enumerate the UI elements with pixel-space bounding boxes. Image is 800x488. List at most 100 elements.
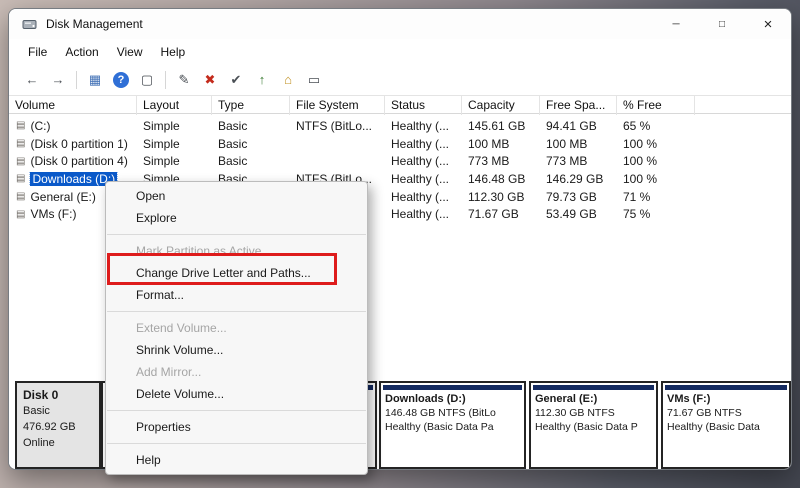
context-menu: Open Explore Mark Partition as Active Ch… xyxy=(105,181,368,475)
cell-capacity: 773 MB xyxy=(462,154,540,168)
menu-action[interactable]: Action xyxy=(56,42,107,62)
cell-type: Basic xyxy=(212,137,290,151)
cell-pctfree: 100 % xyxy=(617,154,695,168)
menu-separator xyxy=(107,410,366,411)
cell-layout: Simple xyxy=(137,119,212,133)
window-controls: ─ □ × xyxy=(653,9,791,39)
maximize-button[interactable]: □ xyxy=(699,9,745,39)
help-icon[interactable]: ? xyxy=(113,72,129,88)
volume-name: (Disk 0 partition 4) xyxy=(30,154,127,168)
cell-pctfree: 100 % xyxy=(617,172,695,186)
menu-item-add-mirror: Add Mirror... xyxy=(106,361,367,383)
partition-status: Healthy (Basic Data xyxy=(665,421,787,433)
action-balloon-icon[interactable]: ✎ xyxy=(173,70,195,90)
menu-file[interactable]: File xyxy=(19,42,56,62)
partition-info: 146.48 GB NTFS (BitLo xyxy=(383,407,522,419)
menu-item-format[interactable]: Format... xyxy=(106,284,367,306)
cell-capacity: 145.61 GB xyxy=(462,119,540,133)
cell-status: Healthy (... xyxy=(385,190,462,204)
partition-stripe xyxy=(533,385,654,390)
cell-status: Healthy (... xyxy=(385,119,462,133)
partition-block-vms[interactable]: VMs (F:) 71.67 GB NTFS Healthy (Basic Da… xyxy=(661,381,791,469)
partition-name: General (E:) xyxy=(533,393,654,405)
check-doc-icon[interactable]: ✔ xyxy=(225,70,247,90)
menu-item-mark-partition-active: Mark Partition as Active xyxy=(106,240,367,262)
partition-block-general[interactable]: General (E:) 112.30 GB NTFS Healthy (Bas… xyxy=(529,381,658,469)
volume-icon: ▤ xyxy=(16,138,25,149)
column-header-empty xyxy=(695,96,791,115)
menu-help[interactable]: Help xyxy=(152,42,195,62)
column-header-type[interactable]: Type xyxy=(212,96,290,115)
cell-capacity: 112.30 GB xyxy=(462,190,540,204)
cell-freespace: 146.29 GB xyxy=(540,172,617,186)
menu-item-help[interactable]: Help xyxy=(106,449,367,471)
menu-item-change-drive-letter[interactable]: Change Drive Letter and Paths... xyxy=(106,262,367,284)
partition-block-downloads[interactable]: Downloads (D:) 146.48 GB NTFS (BitLo Hea… xyxy=(379,381,526,469)
disk-status: Online xyxy=(23,436,93,452)
toolbar: ← → ▦ ? ▢ ✎ ✖ ✔ ↑ ⌂ ▭ xyxy=(9,64,791,95)
cell-status: Healthy (... xyxy=(385,154,462,168)
menu-item-delete-volume[interactable]: Delete Volume... xyxy=(106,383,367,405)
menu-view[interactable]: View xyxy=(108,42,152,62)
menu-separator xyxy=(107,311,366,312)
cell-pctfree: 65 % xyxy=(617,119,695,133)
menu-separator xyxy=(107,443,366,444)
cell-type: Basic xyxy=(212,154,290,168)
cell-status: Healthy (... xyxy=(385,207,462,221)
cell-pctfree: 75 % xyxy=(617,207,695,221)
cell-capacity: 71.67 GB xyxy=(462,207,540,221)
column-header-layout[interactable]: Layout xyxy=(137,96,212,115)
column-header-capacity[interactable]: Capacity xyxy=(462,96,540,115)
menu-item-explore[interactable]: Explore xyxy=(106,207,367,229)
list-header: Volume Layout Type File System Status Ca… xyxy=(9,95,791,114)
volume-name: (Disk 0 partition 1) xyxy=(30,137,127,151)
folder-icon[interactable]: ⌂ xyxy=(277,70,299,90)
column-header-pctfree[interactable]: % Free xyxy=(617,96,695,115)
volume-icon: ▤ xyxy=(16,120,25,131)
up-level-icon[interactable]: ↑ xyxy=(251,70,273,90)
properties-rect-icon[interactable]: ▭ xyxy=(303,70,325,90)
cell-status: Healthy (... xyxy=(385,137,462,151)
disk0-label-panel[interactable]: Disk 0 Basic 476.92 GB Online xyxy=(15,381,101,469)
cell-freespace: 100 MB xyxy=(540,137,617,151)
table-row[interactable]: ▤(C:) Simple Basic NTFS (BitLo... Health… xyxy=(9,117,791,135)
titlebar[interactable]: Disk Management ─ □ × xyxy=(9,9,791,39)
desktop-background: Disk Management ─ □ × File Action View H… xyxy=(0,0,800,488)
volume-name: General (E:) xyxy=(30,190,95,204)
volume-name: (C:) xyxy=(30,119,50,133)
partition-stripe xyxy=(383,385,522,390)
disk-name: Disk 0 xyxy=(23,387,93,404)
forward-icon[interactable]: → xyxy=(47,70,69,90)
column-header-volume[interactable]: Volume xyxy=(9,96,137,115)
partition-info: 112.30 GB NTFS xyxy=(533,407,654,419)
cell-layout: Simple xyxy=(137,154,212,168)
back-icon[interactable]: ← xyxy=(21,70,43,90)
cell-freespace: 79.73 GB xyxy=(540,190,617,204)
delete-volume-icon[interactable]: ✖ xyxy=(199,70,221,90)
menu-item-properties[interactable]: Properties xyxy=(106,416,367,438)
partition-status: Healthy (Basic Data Pa xyxy=(383,421,522,433)
volume-icon: ▤ xyxy=(16,209,25,220)
column-header-filesystem[interactable]: File System xyxy=(290,96,385,115)
menu-item-shrink-volume[interactable]: Shrink Volume... xyxy=(106,339,367,361)
cell-pctfree: 100 % xyxy=(617,137,695,151)
cell-filesystem: NTFS (BitLo... xyxy=(290,119,385,133)
close-button[interactable]: × xyxy=(745,9,791,39)
toolbar-separator xyxy=(165,71,166,89)
cell-capacity: 100 MB xyxy=(462,137,540,151)
volume-name: VMs (F:) xyxy=(30,207,76,221)
menu-bar: File Action View Help xyxy=(9,39,791,64)
menu-item-open[interactable]: Open xyxy=(106,185,367,207)
column-header-freespace[interactable]: Free Spa... xyxy=(540,96,617,115)
toolbar-separator xyxy=(76,71,77,89)
table-row[interactable]: ▤(Disk 0 partition 4) Simple Basic Healt… xyxy=(9,152,791,170)
table-row[interactable]: ▤(Disk 0 partition 1) Simple Basic Healt… xyxy=(9,135,791,153)
disk-type: Basic xyxy=(23,404,93,420)
console-tree-icon[interactable]: ▦ xyxy=(84,70,106,90)
window-pane-icon[interactable]: ▢ xyxy=(136,70,158,90)
column-header-status[interactable]: Status xyxy=(385,96,462,115)
cell-status: Healthy (... xyxy=(385,172,462,186)
cell-freespace: 773 MB xyxy=(540,154,617,168)
minimize-button[interactable]: ─ xyxy=(653,9,699,39)
partition-name: Downloads (D:) xyxy=(383,393,522,405)
